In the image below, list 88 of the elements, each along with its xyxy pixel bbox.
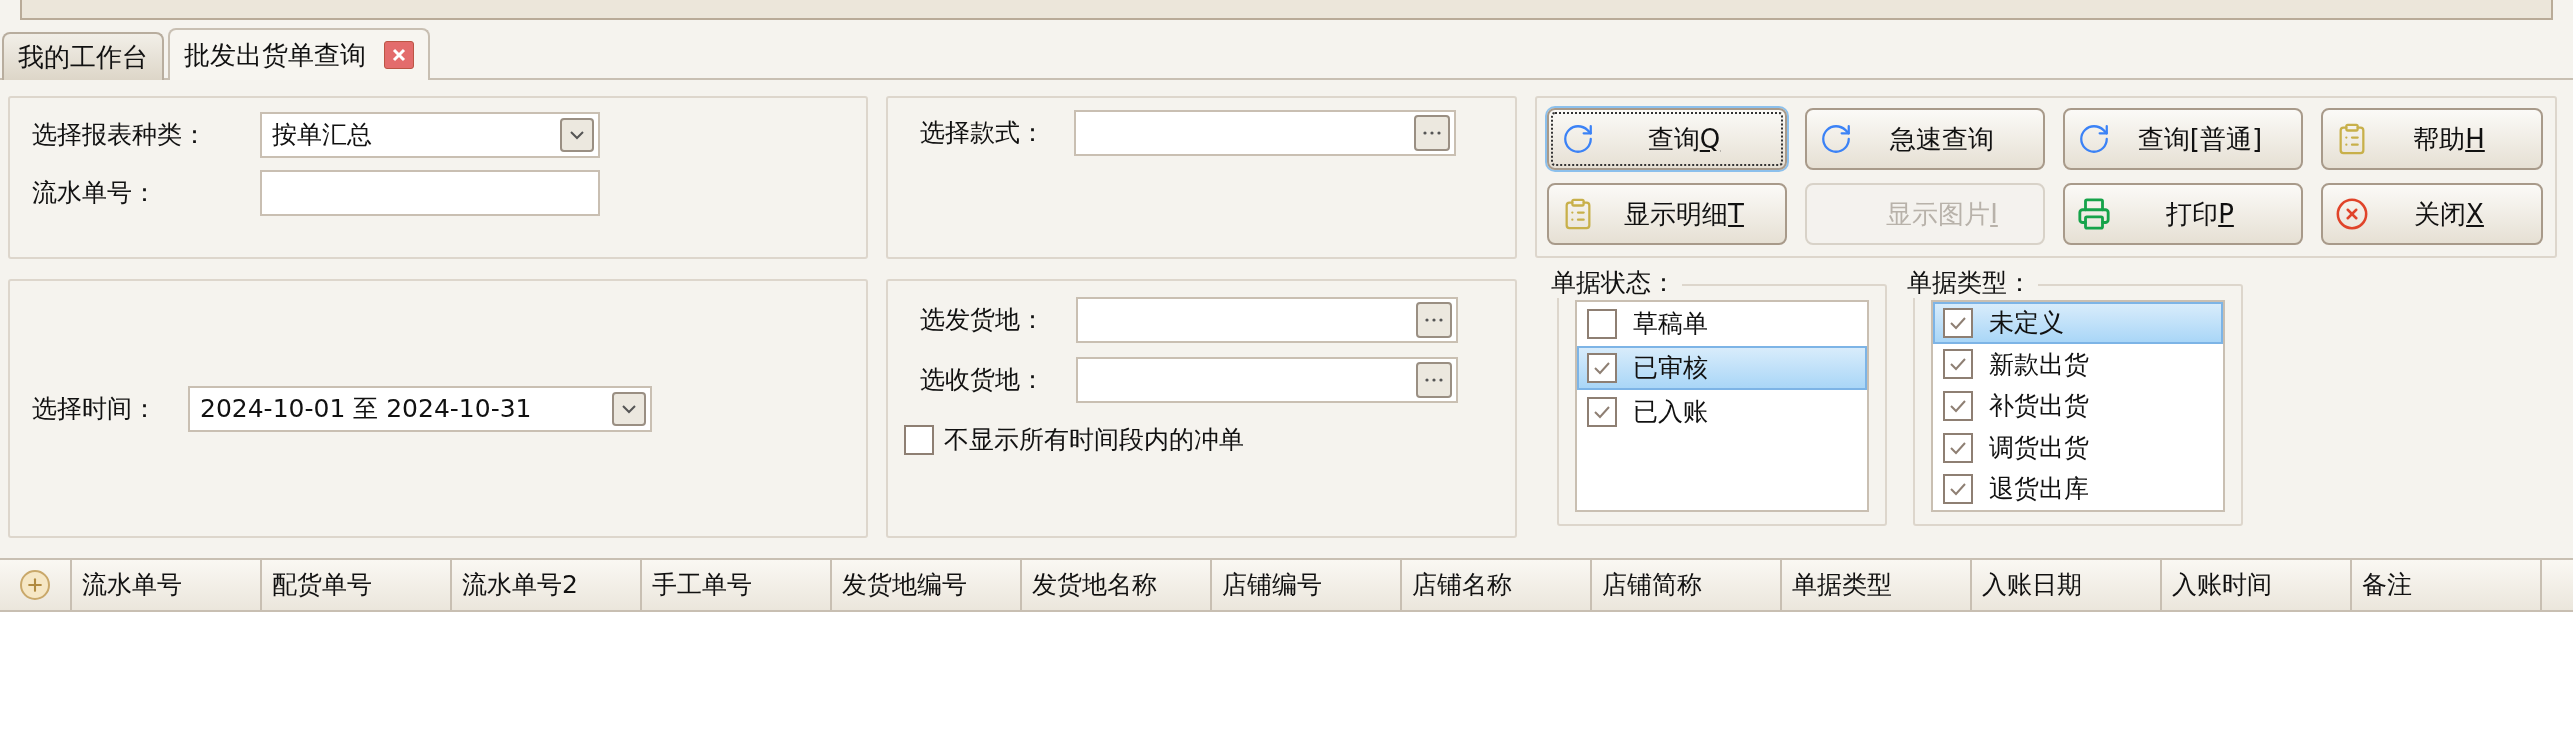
list-item[interactable]: 已入账 bbox=[1577, 390, 1867, 434]
toolbar-button[interactable]: 急速查询 bbox=[1805, 108, 2045, 170]
item-label: 已审核 bbox=[1633, 352, 1708, 385]
toolbar-button[interactable]: 关闭X bbox=[2321, 183, 2543, 245]
item-label: 草稿单 bbox=[1633, 308, 1708, 341]
checkbox[interactable] bbox=[904, 424, 934, 455]
refresh-icon bbox=[1819, 122, 1853, 156]
expand-button[interactable] bbox=[20, 570, 50, 600]
check-icon bbox=[1593, 405, 1611, 419]
group-title: 单据状态： bbox=[1551, 268, 1682, 298]
close-tab-button[interactable] bbox=[384, 41, 414, 69]
tab[interactable]: 我的工作台 bbox=[2, 32, 164, 80]
column-header[interactable]: 入账日期 bbox=[1972, 560, 2162, 610]
field-label: 选择时间： bbox=[32, 392, 158, 425]
ellipsis-icon bbox=[1425, 378, 1443, 382]
field-label: 流水单号： bbox=[32, 177, 158, 210]
check-icon bbox=[1949, 482, 1967, 497]
column-header[interactable]: 配货单号 bbox=[262, 560, 452, 610]
ellipsis-icon bbox=[1425, 318, 1443, 322]
checkbox[interactable] bbox=[1943, 432, 1973, 463]
dropdown-button[interactable] bbox=[560, 118, 594, 152]
checkbox[interactable] bbox=[1943, 349, 1973, 380]
check-icon bbox=[1949, 357, 1967, 372]
list-item[interactable]: 草稿单 bbox=[1577, 302, 1867, 346]
check-icon bbox=[1949, 440, 1967, 455]
field-label: 选择款式： bbox=[920, 117, 1046, 150]
checkbox[interactable] bbox=[1587, 309, 1617, 339]
column-header[interactable]: 店铺名称 bbox=[1402, 560, 1592, 610]
dropdown-field[interactable]: 按单汇总 bbox=[260, 112, 600, 158]
item-label: 已入账 bbox=[1633, 396, 1708, 429]
toolbar-button[interactable]: 帮助H bbox=[2321, 108, 2543, 170]
tab[interactable]: 批发出货单查询 bbox=[168, 28, 430, 80]
checkbox[interactable] bbox=[1587, 353, 1617, 383]
chevron-down-icon bbox=[621, 403, 637, 414]
item-label: 调货出货 bbox=[1989, 431, 2089, 464]
lookup-field[interactable] bbox=[1076, 357, 1458, 403]
field-label: 选择报表种类： bbox=[32, 119, 208, 152]
checkbox-label: 不显示所有时间段内的冲单 bbox=[944, 424, 1244, 456]
close-icon bbox=[391, 47, 407, 63]
column-header[interactable]: 备注 bbox=[2352, 560, 2542, 610]
checkbox[interactable] bbox=[1943, 307, 1973, 338]
column-header[interactable]: 店铺简称 bbox=[1592, 560, 1782, 610]
toolbar-button[interactable]: 查询[普通] bbox=[2063, 108, 2303, 170]
column-header[interactable]: 店铺编号 bbox=[1212, 560, 1402, 610]
dropdown-field[interactable]: 2024-10-01 至 2024-10-31 bbox=[188, 385, 652, 432]
browse-button[interactable] bbox=[1414, 115, 1450, 151]
item-label: 补货出货 bbox=[1989, 390, 2089, 423]
lookup-field[interactable] bbox=[1076, 297, 1458, 343]
column-header[interactable]: 单据类型 bbox=[1782, 560, 1972, 610]
browse-button[interactable] bbox=[1416, 302, 1452, 338]
cancel-icon bbox=[2335, 197, 2369, 231]
item-label: 未定义 bbox=[1989, 307, 2064, 340]
ellipsis-icon bbox=[1423, 131, 1441, 135]
toolbar-button[interactable]: 打印P bbox=[2063, 183, 2303, 245]
check-icon bbox=[1949, 315, 1967, 330]
checkbox[interactable] bbox=[1587, 397, 1617, 427]
check-icon bbox=[1949, 399, 1967, 413]
toolbar-button[interactable]: 查询Q bbox=[1547, 108, 1787, 170]
refresh-icon bbox=[2077, 122, 2111, 156]
checkbox[interactable] bbox=[1943, 474, 1973, 505]
column-header[interactable]: 流水单号2 bbox=[452, 560, 642, 610]
checkbox[interactable] bbox=[1943, 391, 1973, 421]
column-header[interactable]: 入账时间 bbox=[2162, 560, 2352, 610]
item-label: 退货出库 bbox=[1989, 473, 2089, 506]
list-item[interactable]: 已审核 bbox=[1577, 346, 1867, 390]
column-header[interactable]: 手工单号 bbox=[642, 560, 832, 610]
list-item[interactable]: 补货出货 bbox=[1933, 385, 2223, 427]
group-title: 单据类型： bbox=[1907, 268, 2038, 298]
list-item[interactable]: 未定义 bbox=[1933, 302, 2223, 344]
list-item[interactable]: 退货出库 bbox=[1933, 468, 2223, 510]
list-item[interactable]: 调货出货 bbox=[1933, 426, 2223, 469]
plus-icon bbox=[25, 575, 45, 595]
field-label: 选收货地： bbox=[920, 364, 1046, 397]
toolbar-button[interactable]: 显示明细T bbox=[1547, 183, 1787, 245]
item-label: 新款出货 bbox=[1989, 348, 2089, 381]
dropdown-button[interactable] bbox=[612, 391, 646, 426]
check-icon bbox=[1593, 361, 1611, 375]
browse-button[interactable] bbox=[1416, 362, 1452, 398]
list-item[interactable]: 新款出货 bbox=[1933, 343, 2223, 386]
column-header[interactable]: 流水单号 bbox=[72, 560, 262, 610]
lookup-field[interactable] bbox=[1074, 110, 1456, 156]
chevron-down-icon bbox=[569, 130, 585, 140]
field-label: 选发货地： bbox=[920, 304, 1046, 337]
input-field[interactable] bbox=[260, 170, 600, 216]
column-header[interactable]: 发货地编号 bbox=[832, 560, 1022, 610]
printer-icon bbox=[2077, 197, 2111, 231]
column-header[interactable]: 发货地名称 bbox=[1022, 560, 1212, 610]
refresh-icon bbox=[1561, 122, 1595, 156]
